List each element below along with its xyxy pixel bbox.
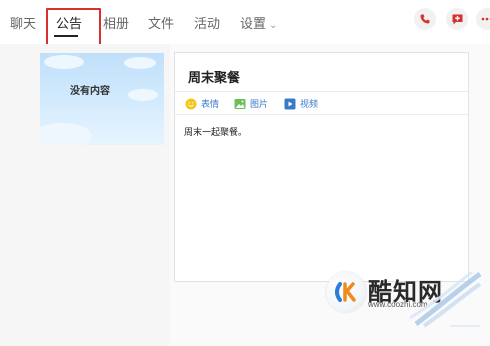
chevron-down-icon: ⌄	[269, 20, 278, 31]
tab-files[interactable]: 文件	[148, 13, 174, 32]
emoji-label: 表情	[201, 99, 220, 109]
empty-state-card	[40, 53, 164, 145]
cloud-decoration	[124, 57, 156, 69]
video-icon	[284, 98, 296, 109]
more-icon	[481, 17, 490, 21]
announcement-body[interactable]: 周末一起聚餐。	[184, 125, 247, 138]
phone-icon	[420, 14, 430, 24]
corner-swirl-decoration	[410, 272, 482, 328]
watermark-logo-mark	[335, 282, 356, 302]
tab-album[interactable]: 相册	[103, 13, 129, 32]
cloud-decoration	[40, 123, 92, 145]
tab-settings-label: 设置	[240, 16, 267, 31]
top-tab-bar: 聊天 公告 相册 文件 活动 设置 ⌄	[0, 0, 490, 46]
image-icon	[234, 98, 246, 109]
image-label: 图片	[250, 99, 269, 109]
empty-state-text: 没有内容	[70, 86, 110, 97]
video-label: 视频	[300, 99, 319, 109]
tab-settings[interactable]: 设置 ⌄	[240, 13, 277, 32]
emoji-button[interactable]: 表情	[185, 97, 219, 110]
tab-highlight-box	[46, 8, 101, 46]
chat-add-icon	[452, 14, 462, 24]
cloud-decoration	[44, 55, 84, 69]
editor-toolbar: 表情 图片 视频	[175, 91, 468, 115]
phone-button[interactable]	[414, 8, 436, 30]
add-chat-button[interactable]	[446, 8, 468, 30]
tab-chat[interactable]: 聊天	[10, 13, 36, 32]
tab-events[interactable]: 活动	[194, 13, 220, 32]
announcement-title[interactable]: 周末聚餐	[188, 67, 240, 86]
video-button[interactable]: 视频	[284, 97, 318, 110]
image-button[interactable]: 图片	[234, 97, 268, 110]
watermark-logo	[326, 272, 366, 312]
emoji-icon	[185, 98, 197, 109]
announcement-editor: 周末聚餐 表情 图片 视频 周末一起聚餐。	[174, 52, 469, 282]
more-button[interactable]	[476, 8, 490, 30]
